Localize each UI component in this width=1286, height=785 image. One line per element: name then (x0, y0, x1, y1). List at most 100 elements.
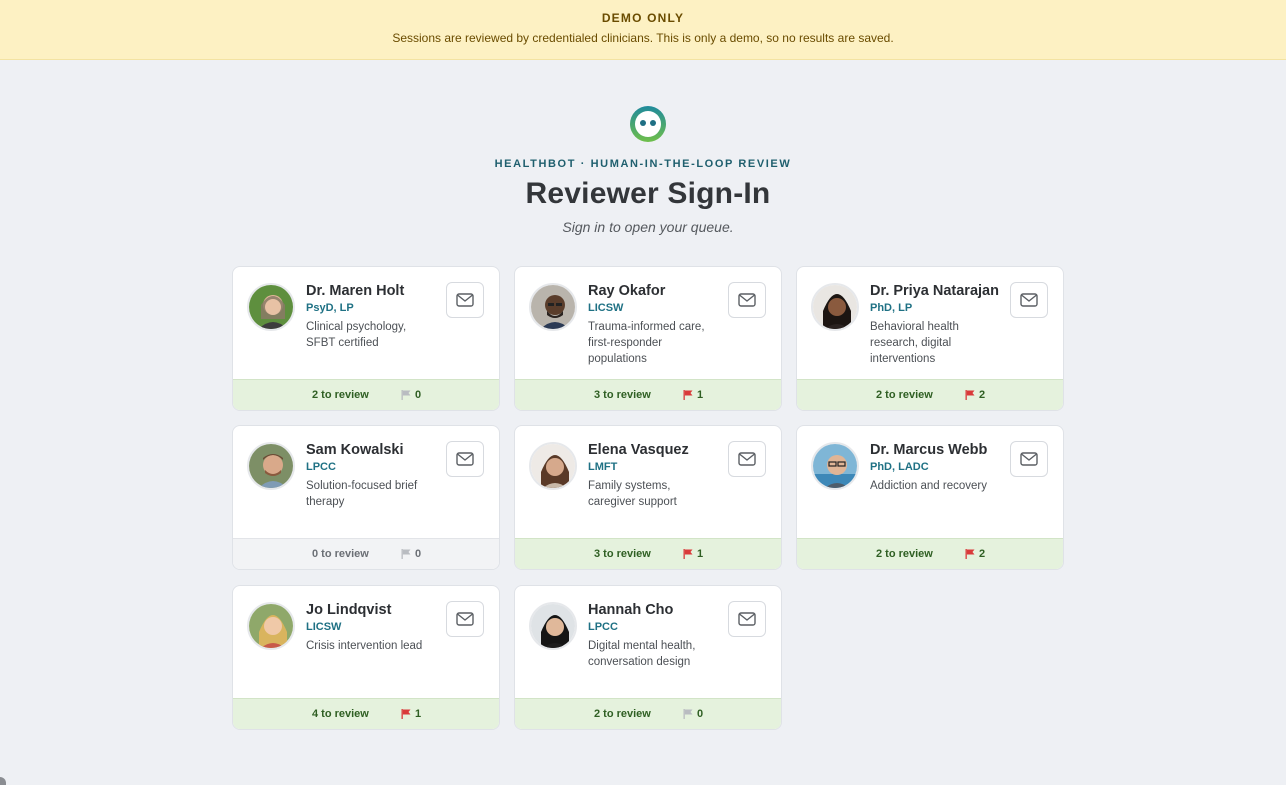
flag-icon (683, 549, 693, 559)
mail-icon (456, 612, 474, 626)
reviewer-credentials: LMFT (588, 461, 618, 473)
flag-count: 1 (683, 389, 703, 401)
reviewer-credentials: LICSW (306, 621, 342, 633)
flag-icon (965, 549, 975, 559)
reviewer-name: Dr. Marcus Webb (870, 442, 988, 458)
app-eyebrow: HEALTHBOT · HUMAN-IN-THE-LOOP REVIEW (494, 158, 792, 170)
reviewer-credentials: PhD, LADC (870, 461, 929, 473)
reviewer-credentials: PhD, LP (870, 302, 913, 314)
email-button[interactable] (728, 282, 766, 318)
reviewer-description: Behavioral health research, digital inte… (870, 321, 959, 365)
reviewer-card[interactable]: Elena Vasquez LMFT Family systems, careg… (514, 425, 782, 570)
reviewer-avatar (811, 283, 859, 331)
reviewer-credentials: LPCC (588, 621, 618, 633)
flag-count-value: 0 (415, 548, 422, 560)
review-status: 2 to review 2 (797, 538, 1063, 569)
review-count: 3 to review (594, 389, 651, 401)
flag-icon (965, 390, 975, 400)
review-status: 0 to review 0 (233, 538, 499, 569)
reviewer-avatar (247, 283, 295, 331)
email-button[interactable] (728, 441, 766, 477)
chatbot-face-icon (629, 105, 667, 143)
window-corner (0, 777, 6, 785)
reviewer-description: Crisis intervention lead (306, 640, 423, 652)
flag-count: 1 (401, 708, 421, 720)
reviewer-avatar (529, 283, 577, 331)
flag-icon (683, 709, 693, 719)
email-button[interactable] (446, 601, 484, 637)
reviewer-description: Clinical psychology, SFBT certified (306, 321, 407, 349)
reviewer-avatar (247, 602, 295, 650)
mail-icon (456, 452, 474, 466)
reviewer-description: Trauma-informed care, first-responder po… (588, 321, 705, 365)
flag-count: 1 (683, 548, 703, 560)
reviewer-card[interactable]: Hannah Cho LPCC Digital mental health, c… (514, 585, 782, 730)
reviewer-name: Elena Vasquez (588, 442, 689, 458)
review-status: 4 to review 1 (233, 698, 499, 729)
mail-icon (738, 612, 756, 626)
flag-count: 2 (965, 548, 985, 560)
reviewer-description: Addiction and recovery (870, 480, 987, 492)
reviewer-card[interactable]: Dr. Priya Natarajan PhD, LP Behavioral h… (796, 266, 1064, 411)
review-status: 2 to review 2 (797, 379, 1063, 410)
mail-icon (738, 452, 756, 466)
banner-title: DEMO ONLY (601, 11, 685, 25)
reviewer-description: Solution-focused brief therapy (306, 480, 418, 508)
page-subtitle: Sign in to open your queue. (562, 219, 734, 235)
flag-count-value: 0 (415, 389, 422, 401)
mail-icon (1020, 452, 1038, 466)
mail-icon (1020, 293, 1038, 307)
reviewer-avatar (529, 442, 577, 490)
flag-count: 0 (401, 389, 421, 401)
flag-count-value: 0 (697, 708, 704, 720)
reviewer-card[interactable]: Dr. Maren Holt PsyD, LP Clinical psychol… (232, 266, 500, 411)
flag-count: 0 (401, 548, 421, 560)
reviewer-avatar (811, 442, 859, 490)
flag-count-value: 1 (697, 548, 704, 560)
review-status: 2 to review 0 (233, 379, 499, 410)
reviewer-credentials: LICSW (588, 302, 624, 314)
review-count: 4 to review (312, 708, 369, 720)
flag-icon (401, 390, 411, 400)
reviewer-credentials: LPCC (306, 461, 336, 473)
email-button[interactable] (446, 441, 484, 477)
email-button[interactable] (1010, 441, 1048, 477)
email-button[interactable] (728, 601, 766, 637)
reviewer-name: Dr. Priya Natarajan (870, 283, 999, 299)
banner-text: Sessions are reviewed by credentialed cl… (392, 31, 894, 45)
review-status: 2 to review 0 (515, 698, 781, 729)
flag-count-value: 2 (979, 548, 986, 560)
flag-count-value: 1 (697, 389, 704, 401)
review-count: 2 to review (876, 389, 933, 401)
flag-count: 0 (683, 708, 703, 720)
review-count: 2 to review (876, 548, 933, 560)
reviewer-description: Digital mental health, conversation desi… (588, 640, 696, 668)
review-count: 2 to review (312, 389, 369, 401)
flag-icon (683, 390, 693, 400)
demo-banner: DEMO ONLY Sessions are reviewed by crede… (0, 0, 1286, 60)
reviewer-description: Family systems, caregiver support (588, 480, 677, 508)
reviewer-card[interactable]: Sam Kowalski LPCC Solution-focused brief… (232, 425, 500, 570)
review-status: 3 to review 1 (515, 538, 781, 569)
reviewer-name: Dr. Maren Holt (306, 283, 405, 299)
reviewer-avatar (247, 442, 295, 490)
review-status: 3 to review 1 (515, 379, 781, 410)
email-button[interactable] (446, 282, 484, 318)
review-count: 3 to review (594, 548, 651, 560)
mail-icon (456, 293, 474, 307)
flag-count: 2 (965, 389, 985, 401)
reviewer-card[interactable]: Dr. Marcus Webb PhD, LADC Addiction and … (796, 425, 1064, 570)
reviewer-name: Hannah Cho (588, 602, 674, 618)
reviewer-name: Jo Lindqvist (306, 602, 392, 618)
email-button[interactable] (1010, 282, 1048, 318)
reviewer-credentials: PsyD, LP (306, 302, 354, 314)
reviewer-name: Ray Okafor (588, 283, 666, 299)
review-count: 0 to review (312, 548, 369, 560)
reviewer-card[interactable]: Ray Okafor LICSW Trauma-informed care, f… (514, 266, 782, 411)
reviewer-avatar (529, 602, 577, 650)
flag-icon (401, 709, 411, 719)
mail-icon (738, 293, 756, 307)
reviewer-card[interactable]: Jo Lindqvist LICSW Crisis intervention l… (232, 585, 500, 730)
flag-count-value: 2 (979, 389, 986, 401)
reviewer-name: Sam Kowalski (306, 442, 404, 458)
